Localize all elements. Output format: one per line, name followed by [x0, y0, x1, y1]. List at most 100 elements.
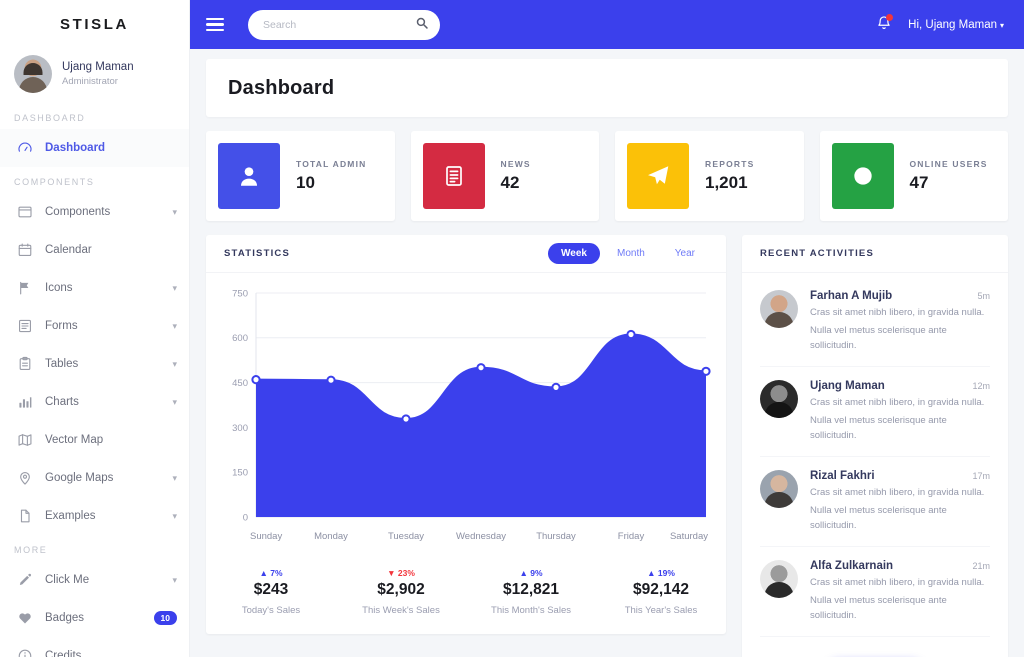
sidebar-item-click-me[interactable]: Click Me ▾	[0, 561, 189, 599]
chevron-down-icon: ▾	[172, 396, 177, 407]
sidebar-item-label: Google Maps	[45, 472, 114, 484]
sales-value: $12,821	[502, 581, 560, 598]
sidebar-item-forms[interactable]: Forms ▾	[0, 307, 189, 345]
arrow-up-icon: ▲	[647, 568, 656, 578]
topbar: Hi, Ujang Maman▾	[190, 0, 1024, 49]
chevron-down-icon: ▾	[172, 510, 177, 521]
user-menu-label: Hi, Ujang Maman	[908, 18, 997, 31]
range-button-month[interactable]: Month	[604, 243, 658, 264]
avatar-alfa	[760, 560, 798, 598]
notification-dot	[886, 13, 894, 21]
avatar-farhan	[760, 290, 798, 328]
chevron-down-icon: ▾	[172, 206, 177, 217]
sidebar-item-label: Calendar	[45, 244, 92, 256]
sales-change: ▲ 19%	[596, 568, 726, 578]
sidebar-item-dashboard[interactable]: Dashboard	[0, 129, 189, 167]
sidebar-item-label: Components	[45, 206, 111, 218]
recent-activities-card: Recent Activities Farhan A Mujib 5m Cras s…	[742, 235, 1008, 657]
sidebar-item-calendar[interactable]: Calendar	[0, 231, 189, 269]
sales-change: ▲ 7%	[206, 568, 336, 578]
pencil-icon	[16, 572, 33, 589]
sidebar-user-profile[interactable]: Ujang Maman Administrator	[0, 49, 189, 103]
sales-change-pct: 19%	[657, 568, 675, 578]
sidebar-badge: 10	[153, 611, 177, 625]
sidebar-item-charts[interactable]: Charts ▾	[0, 383, 189, 421]
sidebar-section-more: More	[14, 545, 48, 555]
search-icon[interactable]	[416, 17, 428, 32]
activity-item[interactable]: Farhan A Mujib 5m Cras sit amet nibh liber…	[760, 277, 990, 367]
sidebar-item-icons[interactable]: Icons ▾	[0, 269, 189, 307]
stat-card-label: News	[500, 159, 531, 169]
sidebar-item-label: Vector Map	[45, 434, 104, 446]
activity-item[interactable]: Ujang Maman 12m Cras sit amet nibh libero,…	[760, 367, 990, 457]
activity-text-line2: Nulla vel metus scelerisque ante sollici…	[810, 505, 947, 531]
sales-summary-item: ▲ 9% $12,821 This Month's Sales	[466, 568, 596, 616]
svg-text:Saturday: Saturday	[670, 531, 708, 542]
arrow-up-icon: ▲	[259, 568, 268, 578]
file-icon	[16, 508, 33, 525]
list-alt-icon	[16, 318, 33, 335]
activity-text-line1: Cras sit amet nibh libero, in gravida nu…	[810, 307, 985, 318]
activities-list: Farhan A Mujib 5m Cras sit amet nibh liber…	[742, 273, 1008, 637]
page-title: Dashboard	[228, 76, 335, 99]
statistics-card-header: Statistics Week Month Year	[206, 235, 726, 273]
bell-icon[interactable]	[876, 13, 894, 35]
main-area: Hi, Ujang Maman▾ Dashboard Total Admin 10…	[190, 0, 1024, 657]
svg-text:Monday: Monday	[314, 531, 348, 542]
sidebar-item-components[interactable]: Components ▾	[0, 193, 189, 231]
sidebar-item-examples[interactable]: Examples ▾	[0, 497, 189, 535]
sidebar-item-credits[interactable]: Credits	[0, 637, 189, 657]
content: Dashboard Total Admin 10 News 42 Reports 1,20…	[190, 59, 1024, 657]
stat-card-news: News 42	[410, 131, 599, 221]
bottom-row: Statistics Week Month Year 0 150 300 450 600 75…	[206, 235, 1008, 657]
user-menu[interactable]: Hi, Ujang Maman ▾	[908, 19, 1004, 31]
svg-text:Wednesday: Wednesday	[456, 531, 506, 542]
svg-text:450: 450	[232, 378, 248, 389]
stat-card-reports: Reports 1,201	[615, 131, 804, 221]
sidebar-item-label: Badges	[45, 612, 85, 624]
activity-item[interactable]: Rizal Fakhri 17m Cras sit amet nibh libero…	[760, 457, 990, 547]
sidebar-nav: Dashboard Dashboard Components Components ▾ C…	[0, 103, 189, 657]
sidebar-item-vector-map[interactable]: Vector Map	[0, 421, 189, 459]
range-button-week[interactable]: Week	[548, 243, 600, 264]
arrow-down-icon: ▼	[387, 568, 396, 578]
activity-text-line2: Nulla vel metus scelerisque ante sollici…	[810, 415, 947, 441]
clipboard-icon	[16, 356, 33, 373]
sales-summary-item: ▲ 7% $243 Today's Sales	[206, 568, 336, 616]
sales-summary-row: ▲ 7% $243 Today's Sales ▼ 23% $2,902 This Wee…	[206, 562, 726, 634]
sidebar-item-google-maps[interactable]: Google Maps ▾	[0, 459, 189, 497]
sales-summary-item: ▼ 23% $2,902 This Week's Sales	[336, 568, 466, 616]
chevron-down-icon: ▾	[172, 472, 177, 483]
sales-label: This Month's Sales	[491, 605, 571, 616]
statistics-card: Statistics Week Month Year 0 150 300 450 600 75…	[206, 235, 726, 634]
range-button-year[interactable]: Year	[662, 243, 708, 264]
range-toggle: Week Month Year	[548, 243, 708, 264]
chevron-down-icon: ▾	[999, 20, 1004, 30]
window-icon	[16, 204, 33, 221]
sales-change: ▼ 23%	[336, 568, 466, 578]
chevron-down-icon: ▾	[172, 574, 177, 585]
statistics-area-chart[interactable]: 0 150 300 450 600 750 Sunday Monday Tuesday Wedne…	[214, 283, 712, 553]
hamburger-icon[interactable]	[206, 17, 224, 32]
svg-text:600: 600	[232, 333, 248, 344]
avatar	[14, 55, 52, 93]
svg-text:Thursday: Thursday	[536, 531, 576, 542]
chevron-down-icon: ▾	[172, 320, 177, 331]
page-header: Dashboard	[206, 59, 1008, 117]
sales-change-pct: 9%	[530, 568, 543, 578]
stat-card-value: 42	[500, 173, 520, 192]
user-icon	[218, 143, 280, 209]
sidebar-item-badges[interactable]: Badges 10	[0, 599, 189, 637]
sales-label: Today's Sales	[241, 605, 301, 616]
sidebar-item-tables[interactable]: Tables ▾	[0, 345, 189, 383]
search-input[interactable]	[263, 18, 416, 31]
activity-time: 5m	[977, 291, 990, 301]
sales-change: ▲ 9%	[466, 568, 596, 578]
search-box[interactable]	[248, 9, 440, 40]
activity-text-line1: Cras sit amet nibh libero, in gravida nu…	[810, 577, 985, 588]
sales-summary-item: ▲ 19% $92,142 This Year's Sales	[596, 568, 726, 616]
map-pin-icon	[16, 470, 33, 487]
sales-change-pct: 23%	[397, 568, 415, 578]
brand-logo[interactable]: STISLA	[0, 0, 189, 49]
activity-item[interactable]: Alfa Zulkarnain 21m Cras sit amet nibh lib…	[760, 547, 990, 637]
